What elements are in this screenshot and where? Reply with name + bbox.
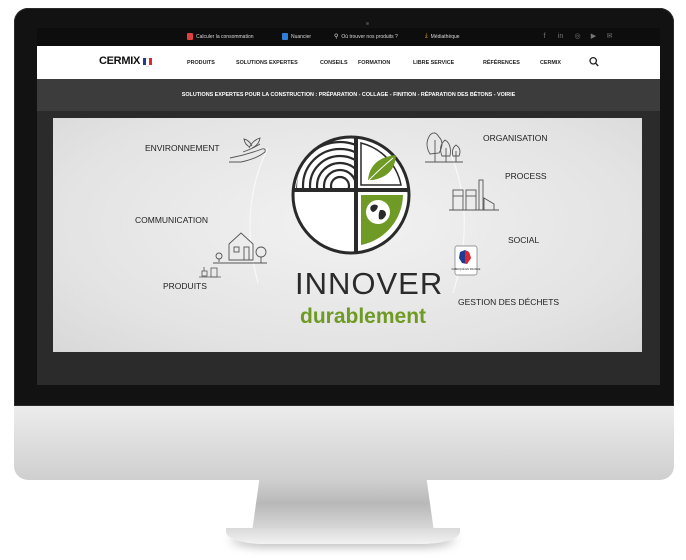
label-organisation: ORGANISATION bbox=[483, 133, 548, 143]
tagline-text: SOLUTIONS EXPERTES POUR LA CONSTRUCTION … bbox=[181, 92, 516, 98]
cermix-logo[interactable]: CERMIX bbox=[99, 55, 152, 67]
nuancier-link[interactable]: Nuancier bbox=[282, 33, 311, 40]
youtube-icon[interactable]: ▶ bbox=[589, 32, 598, 41]
label-produits: PRODUITS bbox=[163, 281, 207, 291]
house-icon bbox=[213, 232, 267, 264]
location-pin-icon: ⚲ bbox=[334, 34, 339, 40]
calculator-icon bbox=[187, 33, 193, 40]
linkedin-icon[interactable]: in bbox=[556, 32, 565, 41]
sustainability-logo bbox=[291, 135, 411, 255]
products-icon bbox=[199, 267, 221, 278]
nuancier-label: Nuancier bbox=[291, 33, 312, 40]
monitor-stand bbox=[252, 480, 434, 532]
label-gestion-dechets: GESTION DES DÉCHETS bbox=[458, 297, 560, 307]
website-screen: Calculer la consommation Nuancier ⚲ Où t… bbox=[37, 28, 660, 385]
nav-references[interactable]: RÉFÉRENCES bbox=[483, 60, 520, 66]
download-icon: ⤓ bbox=[425, 33, 428, 39]
hero-subtitle: durablement bbox=[300, 305, 427, 328]
label-communication: COMMUNICATION bbox=[135, 215, 209, 225]
facebook-icon[interactable]: f bbox=[540, 32, 549, 41]
factory-icon bbox=[449, 179, 499, 211]
monitor-chin bbox=[14, 406, 674, 480]
nav-conseils[interactable]: CONSEILS bbox=[320, 60, 348, 66]
mediatheque-link[interactable]: ⤓ Médiathèque bbox=[425, 33, 460, 40]
hand-seedling-icon bbox=[229, 137, 266, 163]
flag-red-stripe bbox=[148, 57, 152, 65]
logo-text: CERMIX bbox=[99, 55, 140, 67]
hero-title: INNOVER bbox=[295, 266, 444, 301]
utility-bar: Calculer la consommation Nuancier ⚲ Où t… bbox=[37, 28, 660, 46]
where-to-find-label: Où trouver nos produits ? bbox=[341, 33, 398, 40]
hero-banner: FABRIQUÉ EN FRANCE ENVIRONNEMENT COMMUNI… bbox=[53, 118, 642, 352]
mail-icon[interactable]: ✉ bbox=[605, 32, 614, 41]
french-flag-icon bbox=[142, 57, 152, 67]
main-navigation: CERMIX PRODUITS SOLUTIONS EXPERTES CONSE… bbox=[37, 46, 660, 79]
nav-libre-service[interactable]: LIBRE SERVICE bbox=[413, 60, 454, 66]
palette-icon bbox=[282, 33, 288, 40]
camera-dot bbox=[366, 22, 369, 25]
calc-consumption-label: Calculer la consommation bbox=[196, 33, 254, 40]
where-to-find-link[interactable]: ⚲ Où trouver nos produits ? bbox=[334, 33, 398, 41]
mediatheque-label: Médiathèque bbox=[430, 33, 460, 40]
search-icon[interactable] bbox=[589, 56, 599, 68]
nav-formation[interactable]: FORMATION bbox=[358, 60, 390, 66]
trees-icon bbox=[425, 132, 463, 163]
made-in-france-badge: FABRIQUÉ EN FRANCE bbox=[452, 245, 481, 276]
monitor-base bbox=[226, 528, 460, 544]
label-environnement: ENVIRONNEMENT bbox=[145, 143, 220, 153]
tagline-banner: SOLUTIONS EXPERTES POUR LA CONSTRUCTION … bbox=[37, 79, 660, 111]
instagram-icon[interactable]: ◎ bbox=[573, 32, 582, 41]
calc-consumption-link[interactable]: Calculer la consommation bbox=[187, 33, 254, 40]
nav-cermix[interactable]: CERMIX bbox=[540, 60, 561, 66]
nav-produits[interactable]: PRODUITS bbox=[187, 60, 215, 66]
label-process: PROCESS bbox=[505, 171, 547, 181]
label-social: SOCIAL bbox=[508, 235, 540, 245]
nav-solutions-expertes[interactable]: SOLUTIONS EXPERTES bbox=[236, 60, 298, 66]
